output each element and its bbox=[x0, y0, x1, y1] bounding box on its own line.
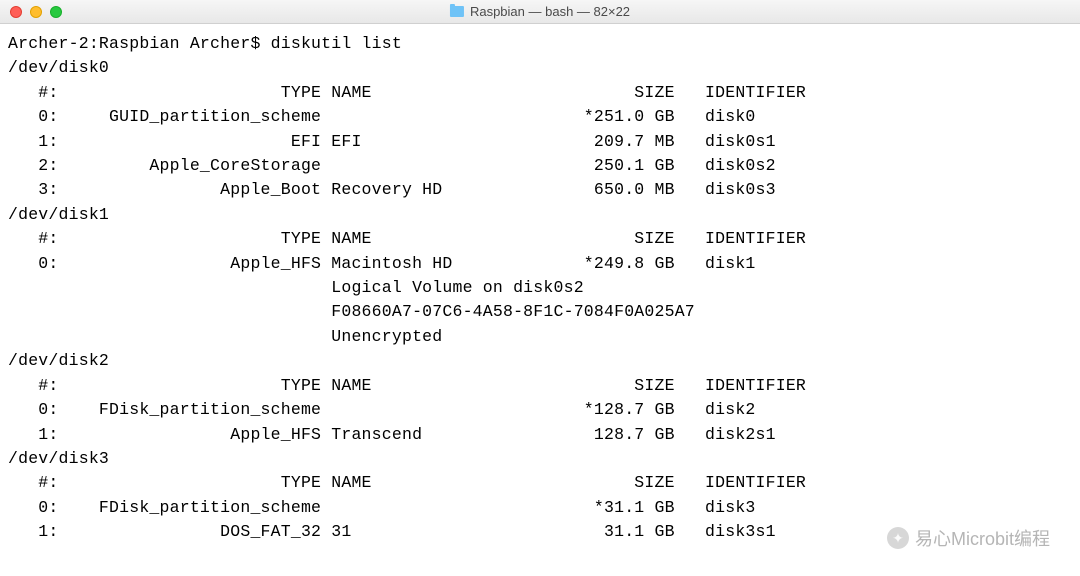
maximize-button[interactable] bbox=[50, 6, 62, 18]
close-button[interactable] bbox=[10, 6, 22, 18]
window-titlebar: Raspbian — bash — 82×22 bbox=[0, 0, 1080, 24]
window-title: Raspbian — bash — 82×22 bbox=[450, 4, 630, 19]
watermark: ✦ 易心Microbit编程 bbox=[887, 525, 1050, 551]
minimize-button[interactable] bbox=[30, 6, 42, 18]
watermark-text: 易心Microbit编程 bbox=[915, 525, 1050, 551]
traffic-lights bbox=[0, 6, 62, 18]
folder-icon bbox=[450, 6, 464, 17]
title-text: Raspbian — bash — 82×22 bbox=[470, 4, 630, 19]
wechat-icon: ✦ bbox=[887, 527, 909, 549]
terminal-output[interactable]: Archer-2:Raspbian Archer$ diskutil list … bbox=[0, 24, 1080, 545]
